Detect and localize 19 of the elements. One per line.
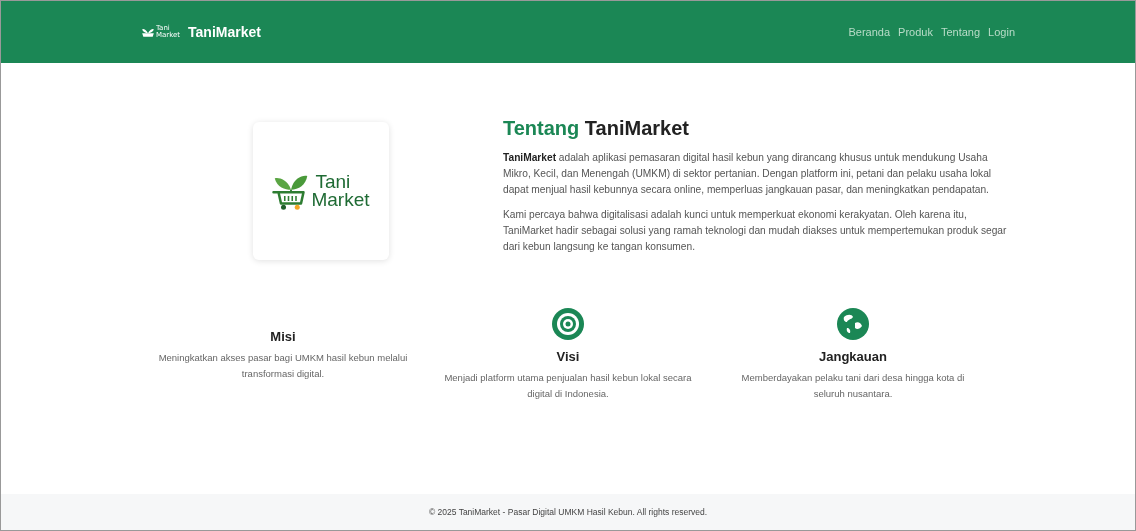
feature-text: Memberdayakan pelaku tani dari desa hingga kota di seluruh nusantara. [740, 371, 966, 401]
nav-link[interactable]: Login [988, 26, 1015, 38]
nav-link[interactable]: Tentang [940, 26, 981, 38]
copyright-text: © 2025 TaniMarket - Pasar Digital UMKM Hasil Kebun. All rights reserved. [428, 507, 708, 517]
page-title: Tentang TaniMarket [503, 117, 690, 140]
globe-icon [837, 308, 869, 340]
target-icon [552, 308, 584, 340]
feature-title: Misi [270, 328, 296, 344]
nav-link[interactable]: Beranda [848, 26, 891, 38]
nav-link[interactable]: Produk [898, 26, 933, 38]
paragraph: TaniMarket adalah aplikasi pemasaran digital hasil kebun yang dirancang khusus untuk mendukung Usaha Mikro, Kecil, dan Menengah (UMKM) di sektor pertanian. Dengan platform ini, petani dan pelaku usaha lokal dapat menjual hasil kebunnya secara online, memperluas jangkauan pasar, dan meningkatkan pendapatan. [503, 151, 993, 197]
brand-link[interactable]: TaniMarket [188, 24, 261, 40]
paragraph: Kami percaya bahwa digitalisasi adalah kunci untuk memperkuat ekonomi kerakyatan. Oleh karena itu, TaniMarket hadir sebagai solusi yang ramah teknologi dan mudah diakses untuk mempertemukan produk segar dari kebun langsung ke tangan konsumen. [503, 208, 1008, 254]
logo-text: Market [311, 190, 370, 209]
feature-text: Menjadi platform utama penjualan hasil kebun lokal secara digital di Indonesia. [443, 371, 693, 401]
feature-text: Meningkatkan akses pasar bagi UMKM hasil kebun melalui transformasi digital. [158, 350, 408, 381]
logo-text: Tani [314, 172, 352, 191]
feature-title: Visi [556, 349, 580, 364]
feature-title: Jangkauan [819, 349, 887, 364]
